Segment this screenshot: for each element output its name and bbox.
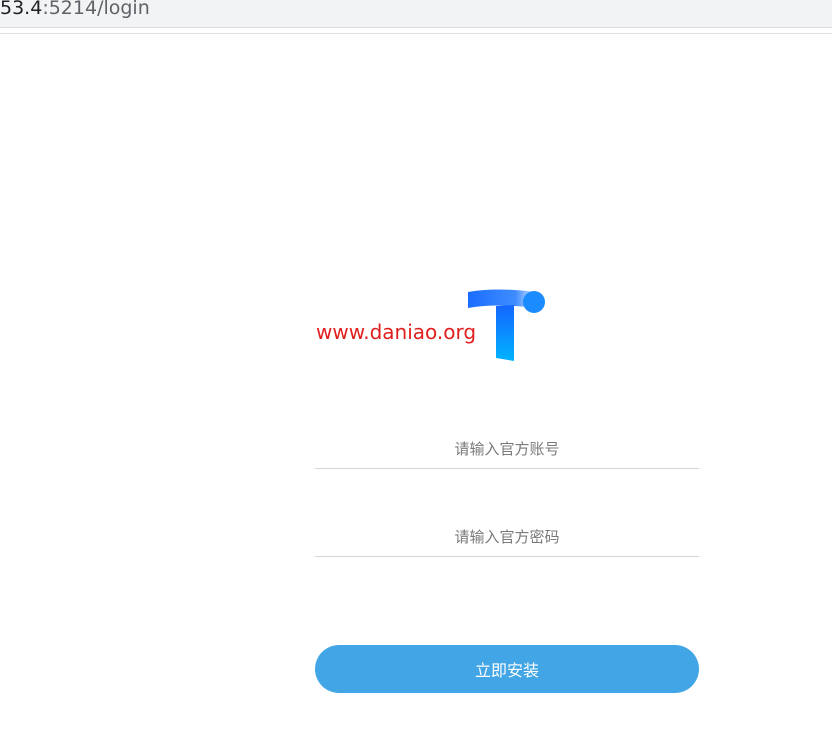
toolbar-divider xyxy=(0,33,832,34)
account-input[interactable] xyxy=(315,429,699,469)
watermark-text: www.daniao.org xyxy=(316,320,477,344)
address-host: 53.4 xyxy=(0,0,43,19)
t-logo-icon xyxy=(468,289,545,361)
password-input[interactable] xyxy=(315,517,699,557)
install-button[interactable]: 立即安装 xyxy=(315,645,699,693)
address-url[interactable]: 53.4:5214/login xyxy=(0,0,150,20)
address-bar[interactable]: 53.4:5214/login xyxy=(0,0,832,28)
logo-area: www.daniao.org xyxy=(316,288,556,368)
address-path: :5214/login xyxy=(42,0,150,19)
